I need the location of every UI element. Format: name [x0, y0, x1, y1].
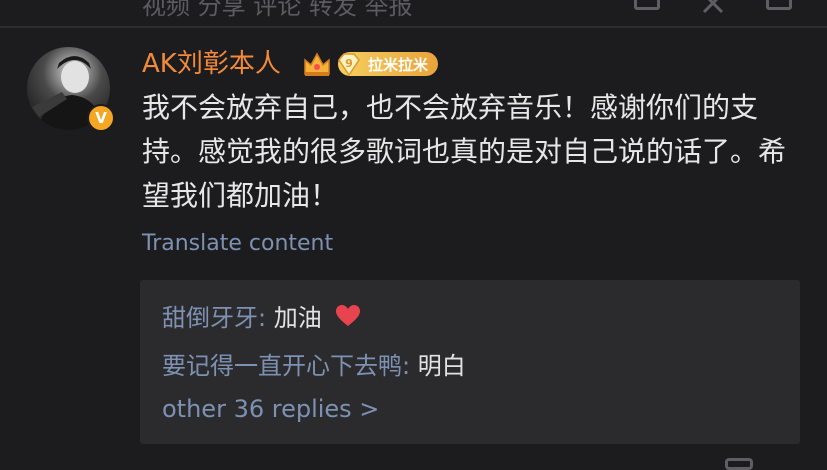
post-text: 我不会放弃自己，也不会放弃音乐！感谢你们的支持。感觉我的很多歌词也真的是对自己说… — [142, 91, 787, 212]
divider — [0, 26, 827, 28]
verified-badge-icon: V — [87, 104, 115, 132]
replies-box[interactable]: 甜倒牙牙: 加油 要记得一直开心下去鸭: 明白 other 36 replies… — [140, 280, 800, 444]
square-icon[interactable] — [634, 0, 660, 10]
reply-author[interactable]: 要记得一直开心下去鸭 — [162, 352, 402, 380]
top-toolbar: 视频 分享 评论 转发 举报 — [0, 0, 827, 26]
reply-text: 明白 — [417, 352, 466, 380]
square-icon[interactable] — [766, 0, 792, 10]
crown-icon — [304, 52, 330, 76]
reply-item[interactable]: 要记得一直开心下去鸭: 明白 — [162, 346, 466, 381]
translate-link[interactable]: Translate content — [142, 231, 333, 256]
x-icon[interactable] — [702, 0, 724, 14]
level-badge[interactable]: 9 拉米拉米 — [338, 52, 438, 77]
level-label: 拉米拉米 — [368, 56, 429, 74]
reply-separator: : — [258, 304, 274, 332]
reply-item[interactable]: 甜倒牙牙: 加油 — [162, 298, 361, 333]
username[interactable]: AK刘彰本人 — [142, 47, 281, 81]
reply-author[interactable]: 甜倒牙牙 — [162, 304, 258, 332]
clipped-toolbar-text: 视频 分享 评论 转发 举报 — [142, 0, 413, 20]
bottom-edge-icon — [725, 458, 753, 470]
level-number: 9 — [345, 57, 353, 70]
heart-icon — [336, 305, 361, 326]
more-replies-link[interactable]: other 36 replies > — [162, 395, 379, 423]
diamond-icon: 9 — [338, 53, 360, 77]
reply-separator: : — [402, 352, 418, 380]
reply-text: 加油 — [273, 304, 322, 332]
